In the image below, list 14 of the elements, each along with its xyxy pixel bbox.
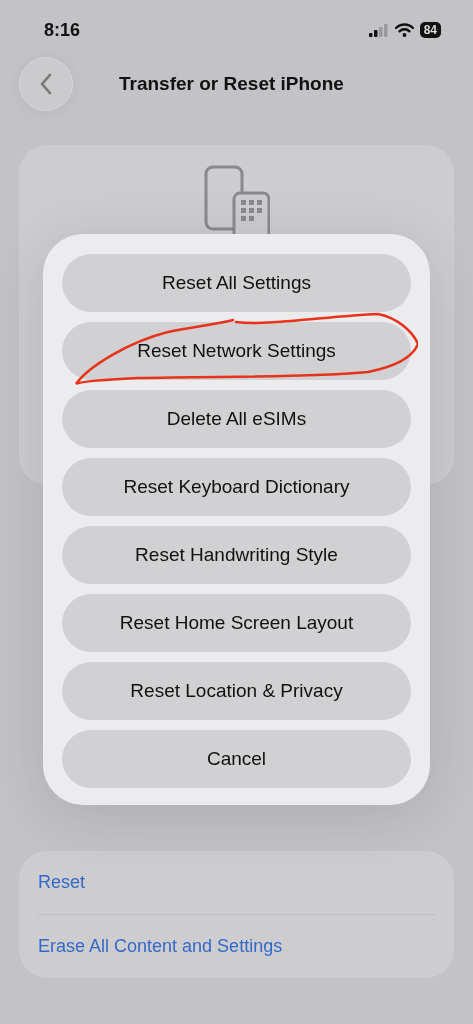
battery-level: 84 <box>419 22 441 38</box>
signal-icon <box>368 23 389 37</box>
sheet-option[interactable]: Cancel <box>62 730 411 788</box>
sheet-option[interactable]: Reset Handwriting Style <box>62 526 411 584</box>
sheet-option[interactable]: Reset Keyboard Dictionary <box>62 458 411 516</box>
wifi-icon <box>394 23 414 37</box>
sheet-option[interactable]: Reset Home Screen Layout <box>62 594 411 652</box>
sheet-option[interactable]: Reset Network Settings <box>62 322 411 380</box>
sheet-option[interactable]: Delete All eSIMs <box>62 390 411 448</box>
chevron-left-icon <box>39 72 53 96</box>
status-time: 8:16 <box>44 19 81 41</box>
sheet-option[interactable]: Reset Location & Privacy <box>62 662 411 720</box>
page-title: Transfer or Reset iPhone <box>119 73 344 95</box>
sheet-option[interactable]: Reset All Settings <box>62 254 411 312</box>
